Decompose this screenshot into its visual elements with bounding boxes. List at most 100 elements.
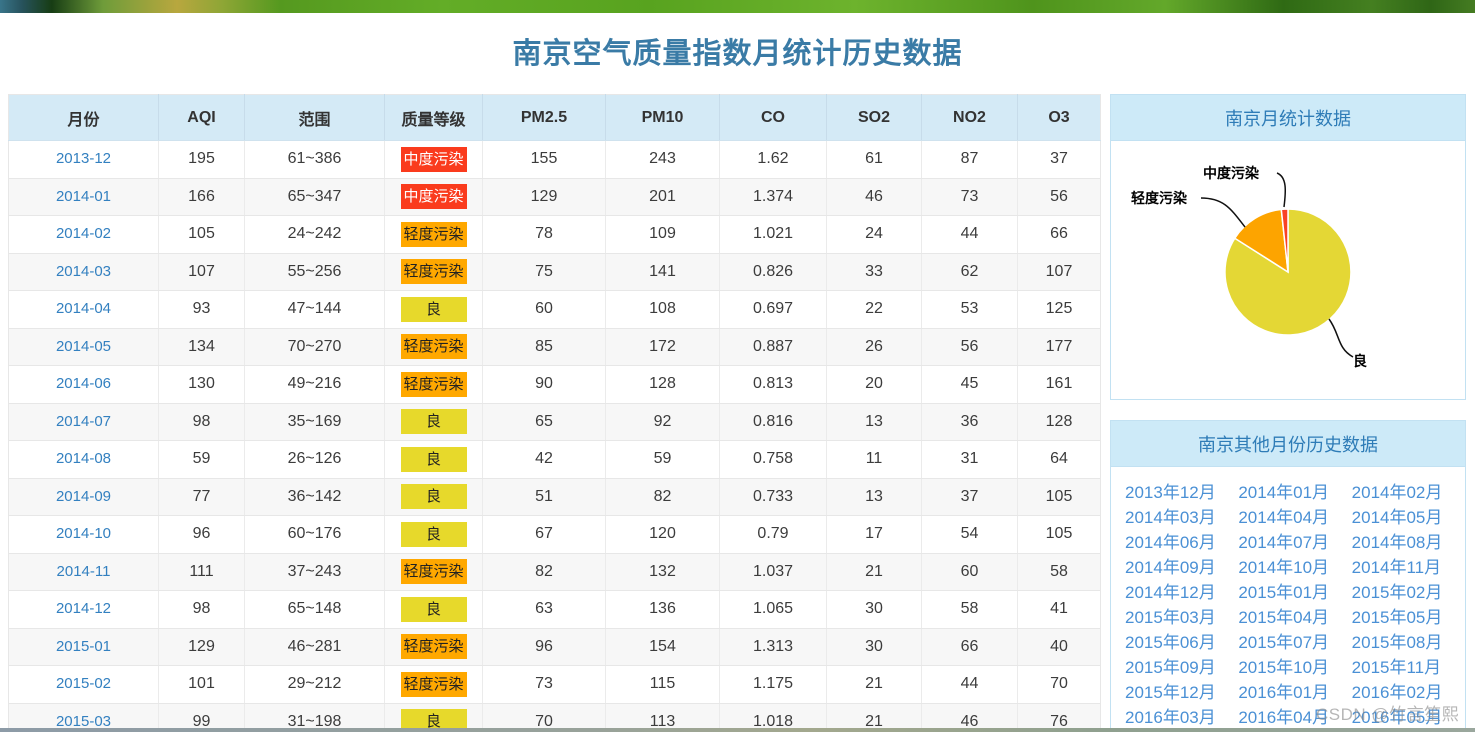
- quality-level-badge: 轻度污染: [400, 259, 467, 285]
- aqi-value: 98: [158, 590, 245, 629]
- aqi-value: 130: [158, 365, 245, 404]
- history-month-link[interactable]: 2014年11月: [1352, 555, 1451, 580]
- pm25-value: 51: [482, 478, 606, 516]
- so2-value: 26: [826, 328, 922, 366]
- so2-value: 13: [826, 403, 922, 441]
- history-month-link[interactable]: 2015年06月: [1125, 630, 1224, 655]
- history-month-link[interactable]: 2014年05月: [1352, 505, 1451, 530]
- aqi-value: 77: [158, 478, 245, 516]
- pm10-value: 120: [605, 515, 720, 554]
- table-row: 2014-06 130 49~216 轻度污染 90 128 0.813 20 45 161: [8, 365, 1101, 404]
- history-month-link[interactable]: 2015年09月: [1125, 655, 1224, 680]
- history-month-link[interactable]: 2015年02月: [1352, 580, 1451, 605]
- page: 南京空气质量指数月统计历史数据 月份 AQI 范围 质量等级 PM2.5 PM10 CO SO…: [0, 0, 1475, 732]
- so2-value: 13: [826, 478, 922, 516]
- aqi-table-wrap: 月份 AQI 范围 质量等级 PM2.5 PM10 CO SO2 NO2 O3 2013-12 19…: [8, 94, 1101, 732]
- aqi-value: 111: [158, 553, 245, 591]
- pm10-value: 59: [605, 440, 720, 479]
- history-month-link[interactable]: 2015年05月: [1352, 605, 1451, 630]
- pm25-value: 42: [482, 440, 606, 479]
- o3-value: 125: [1017, 290, 1101, 329]
- month-link[interactable]: 2015-01: [56, 638, 111, 655]
- month-link[interactable]: 2014-11: [57, 563, 111, 580]
- co-value: 0.826: [719, 253, 827, 291]
- history-month-link[interactable]: 2014年01月: [1238, 480, 1337, 505]
- month-link[interactable]: 2014-10: [56, 525, 111, 542]
- history-month-link[interactable]: 2015年08月: [1352, 630, 1451, 655]
- history-month-link[interactable]: 2014年08月: [1352, 530, 1451, 555]
- column-header: PM10: [605, 94, 720, 141]
- pm25-value: 96: [482, 628, 606, 666]
- table-row: 2014-08 59 26~126 良 42 59 0.758 11 31 64: [8, 440, 1101, 479]
- co-value: 1.62: [719, 140, 827, 179]
- no2-value: 54: [921, 515, 1018, 554]
- month-link[interactable]: 2014-12: [56, 600, 111, 617]
- month-link[interactable]: 2013-12: [56, 150, 111, 167]
- month-link[interactable]: 2014-09: [56, 488, 111, 505]
- history-month-link[interactable]: 2014年10月: [1238, 555, 1337, 580]
- history-month-link[interactable]: 2015年12月: [1125, 680, 1224, 705]
- no2-value: 66: [921, 628, 1018, 666]
- aqi-range: 24~242: [244, 215, 385, 254]
- history-links-panel: 南京其他月份历史数据 2013年12月 2014年01月 2014年02月 2014年…: [1110, 420, 1466, 732]
- co-value: 1.065: [719, 590, 827, 629]
- history-month-link[interactable]: 2015年01月: [1238, 580, 1337, 605]
- history-month-link[interactable]: 2015年04月: [1238, 605, 1337, 630]
- o3-value: 40: [1017, 628, 1101, 666]
- quality-level-badge: 中度污染: [400, 146, 467, 172]
- co-value: 0.697: [719, 290, 827, 329]
- month-link[interactable]: 2014-04: [56, 300, 111, 317]
- pm25-value: 73: [482, 665, 606, 704]
- quality-level-badge: 良: [400, 296, 467, 322]
- history-month-link[interactable]: 2014年12月: [1125, 580, 1224, 605]
- history-month-link[interactable]: 2015年07月: [1238, 630, 1337, 655]
- o3-value: 105: [1017, 478, 1101, 516]
- history-month-link[interactable]: 2015年11月: [1352, 655, 1451, 680]
- co-value: 1.374: [719, 178, 827, 216]
- history-month-link[interactable]: 2013年12月: [1125, 480, 1224, 505]
- table-row: 2014-10 96 60~176 良 67 120 0.79 17 54 105: [8, 515, 1101, 554]
- month-link[interactable]: 2014-02: [56, 225, 111, 242]
- quality-level-badge: 轻度污染: [400, 334, 467, 360]
- history-month-link[interactable]: 2014年04月: [1238, 505, 1337, 530]
- no2-value: 37: [921, 478, 1018, 516]
- aqi-value: 59: [158, 440, 245, 479]
- column-header: 质量等级: [384, 94, 483, 141]
- month-link[interactable]: 2014-01: [56, 188, 111, 205]
- so2-value: 22: [826, 290, 922, 329]
- no2-value: 87: [921, 140, 1018, 179]
- history-month-link[interactable]: 2016年03月: [1125, 705, 1224, 730]
- month-link[interactable]: 2014-06: [56, 375, 111, 392]
- o3-value: 41: [1017, 590, 1101, 629]
- column-header: 范围: [244, 94, 385, 141]
- history-month-link[interactable]: 2014年07月: [1238, 530, 1337, 555]
- pm10-value: 243: [605, 140, 720, 179]
- aqi-range: 60~176: [244, 515, 385, 554]
- month-link[interactable]: 2015-02: [56, 675, 111, 692]
- table-row: 2013-12 195 61~386 中度污染 155 243 1.62 61 87 37: [8, 140, 1101, 179]
- aqi-range: 37~243: [244, 553, 385, 591]
- month-link[interactable]: 2014-07: [56, 413, 111, 430]
- aqi-value: 195: [158, 140, 245, 179]
- aqi-range: 61~386: [244, 140, 385, 179]
- no2-value: 53: [921, 290, 1018, 329]
- co-value: 1.021: [719, 215, 827, 254]
- month-link[interactable]: 2014-05: [56, 338, 111, 355]
- pie-label-good: 良: [1353, 353, 1367, 369]
- month-link[interactable]: 2014-03: [56, 263, 111, 280]
- table-row: 2014-03 107 55~256 轻度污染 75 141 0.826 33 62 107: [8, 253, 1101, 291]
- column-header: 月份: [8, 94, 159, 141]
- co-value: 0.813: [719, 365, 827, 404]
- no2-value: 44: [921, 665, 1018, 704]
- quality-level-badge: 良: [400, 446, 467, 472]
- aqi-range: 36~142: [244, 478, 385, 516]
- history-month-link[interactable]: 2014年09月: [1125, 555, 1224, 580]
- history-month-link[interactable]: 2015年10月: [1238, 655, 1337, 680]
- history-month-link[interactable]: 2014年03月: [1125, 505, 1224, 530]
- history-month-link[interactable]: 2014年02月: [1352, 480, 1451, 505]
- history-month-link[interactable]: 2014年06月: [1125, 530, 1224, 555]
- month-link[interactable]: 2014-08: [56, 450, 111, 467]
- table-row: 2014-04 93 47~144 良 60 108 0.697 22 53 125: [8, 290, 1101, 329]
- history-month-link[interactable]: 2015年03月: [1125, 605, 1224, 630]
- so2-value: 24: [826, 215, 922, 254]
